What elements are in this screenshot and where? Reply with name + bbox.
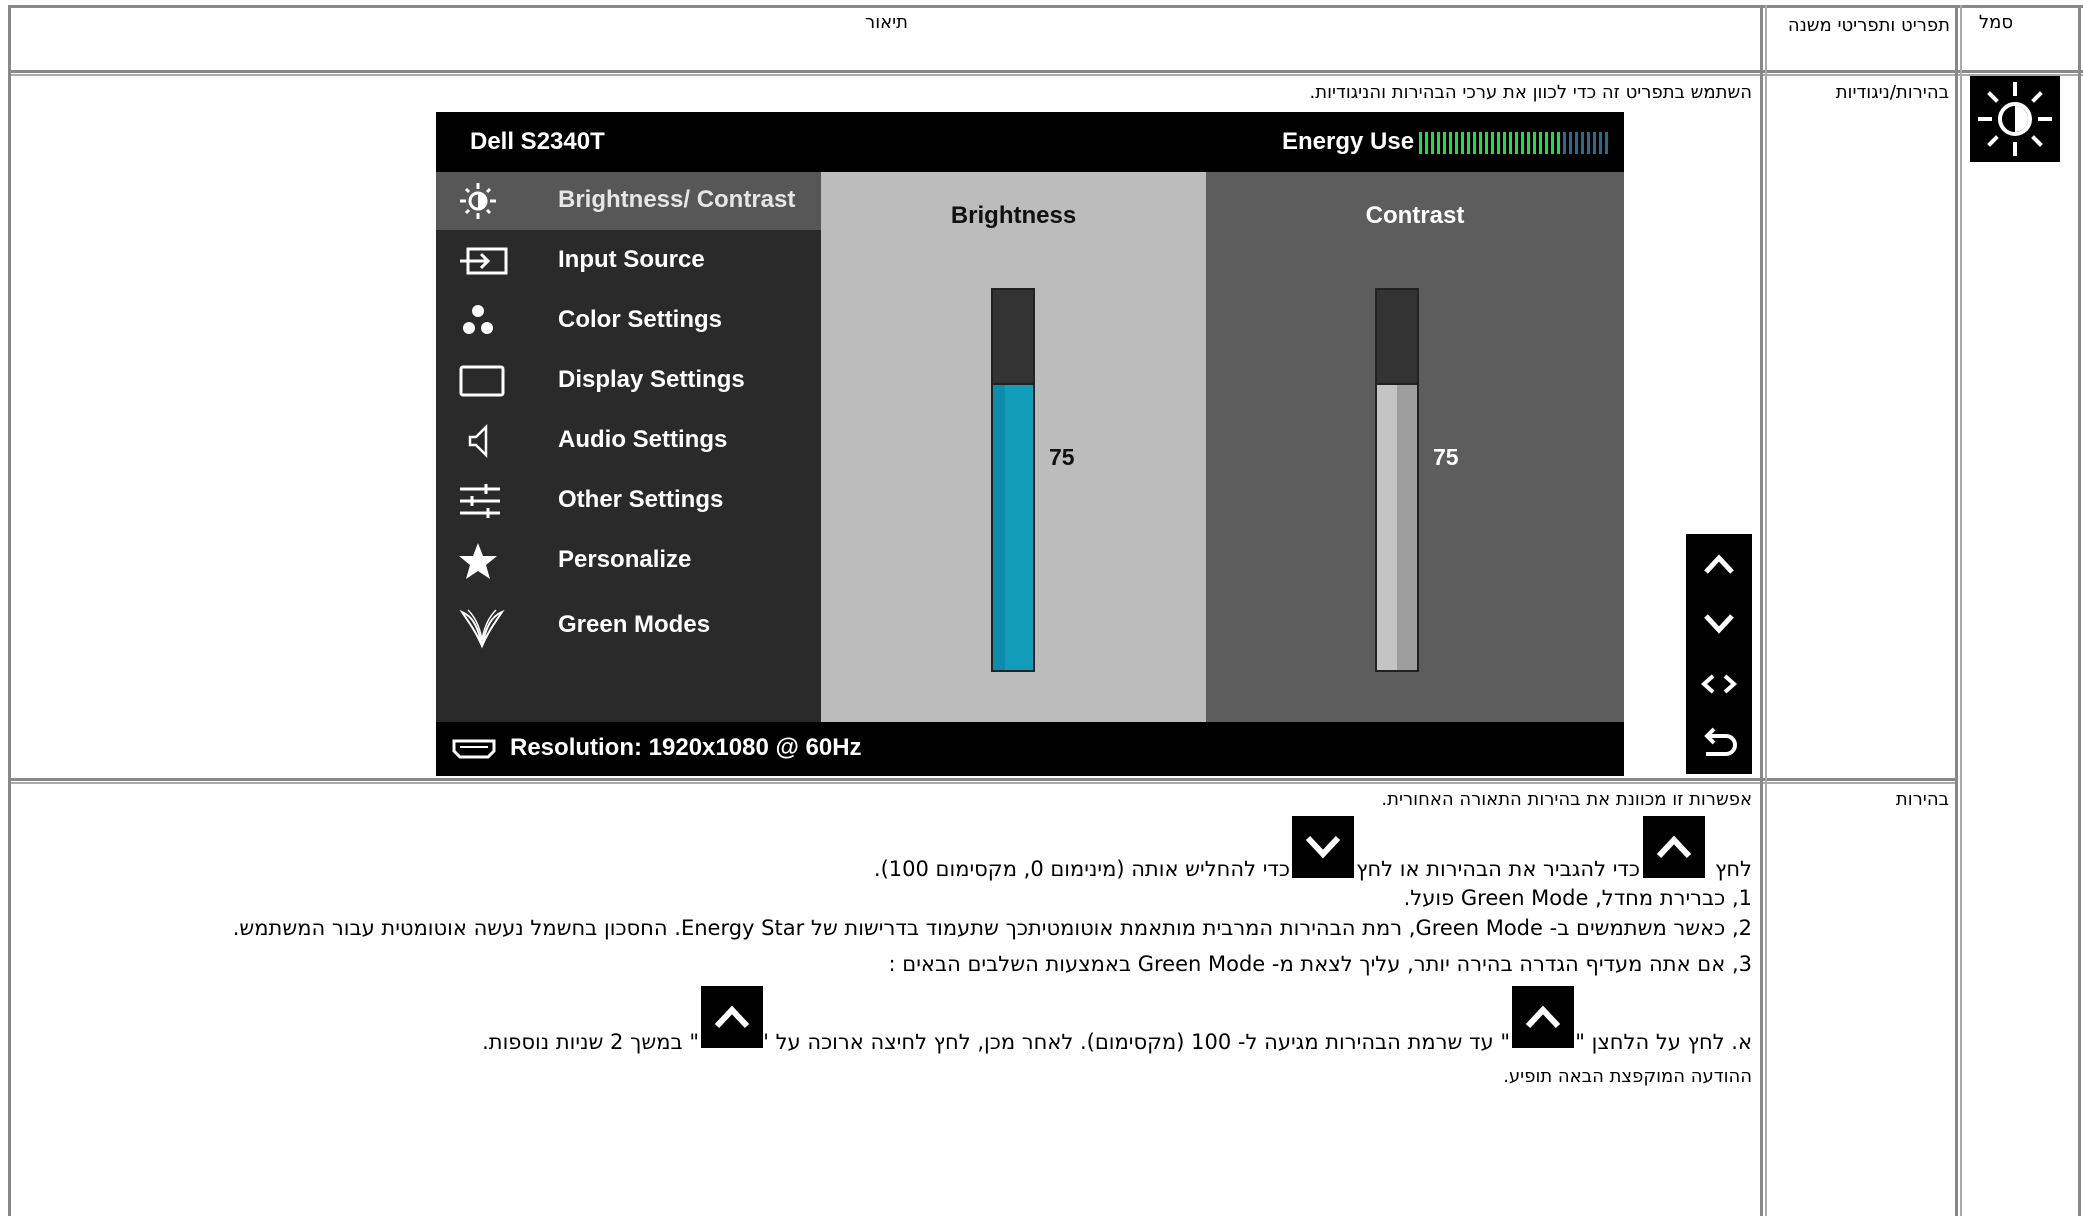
energy-segment (1551, 132, 1554, 154)
energy-segment (1605, 132, 1608, 154)
osd-menu-item-label: Audio Settings (558, 426, 728, 453)
osd-menu-item-label: Other Settings (558, 486, 724, 513)
energy-segment (1509, 132, 1512, 154)
osd-menu: Brightness/ Contrast Input Source Color Se… (436, 172, 821, 722)
energy-segment (1491, 132, 1494, 154)
energy-segment (1521, 132, 1524, 154)
row2-line6-b: " עד שרמת הבהירות מגיעה ל- 100 (מקסימום)… (759, 1030, 1510, 1054)
contrast-value: 75 (1433, 444, 1459, 470)
osd-energy-label: Energy Use (1282, 128, 1415, 155)
row2-line3: 1, כברירת מחדל, Green Mode פועל. (1403, 886, 1752, 910)
brightness-bar (991, 288, 1035, 672)
row2-line2-b: כדי להגביר את הבהירות או לחץ (1356, 857, 1640, 881)
down-button[interactable] (1686, 594, 1752, 654)
osd-menu-item[interactable]: Input Source (436, 232, 821, 290)
energy-segment (1419, 132, 1422, 154)
energy-segment (1563, 132, 1566, 154)
energy-segment (1443, 132, 1446, 154)
row2-line7: ההודעה המוקפצת הבאה תופיע. (1503, 1066, 1752, 1087)
color-settings-icon (458, 301, 498, 341)
row1-menu-name: בהירות/ניגודיות (1835, 82, 1949, 103)
row2-line5: 3, אם אתה מעדיף הגדרה בהירה יותר, עליך ל… (888, 952, 1752, 976)
energy-segment (1569, 132, 1572, 154)
row2-line6-a: א. לחץ על הלחצן " (1575, 1030, 1752, 1054)
up-arrow-icon (1643, 816, 1705, 878)
energy-segment (1485, 132, 1488, 154)
energy-segment (1599, 132, 1602, 154)
osd-menu-item[interactable]: Other Settings (436, 472, 821, 530)
other-settings-icon (458, 481, 500, 521)
star-icon (458, 541, 498, 581)
down-arrow-icon (1292, 816, 1354, 878)
row1-description: השתמש בתפריט זה כדי לכוון את ערכי הבהירו… (1309, 82, 1752, 103)
energy-segment (1557, 132, 1560, 154)
osd-menu-item-label: Personalize (558, 546, 692, 573)
energy-segment (1497, 132, 1500, 154)
energy-segment (1515, 132, 1518, 154)
back-button[interactable] (1686, 714, 1752, 774)
energy-segment (1479, 132, 1482, 154)
hdmi-icon (450, 738, 498, 765)
brightness-panel: Brightness 75 (821, 172, 1206, 722)
resolution-text: Resolution: 1920x1080 @ 60Hz (510, 734, 862, 761)
up-arrow-icon (1512, 986, 1574, 1048)
energy-segment (1449, 132, 1452, 154)
resolution-bar: Resolution: 1920x1080 @ 60Hz (436, 724, 1624, 776)
energy-segment (1473, 132, 1476, 154)
brightness-title: Brightness (950, 202, 1077, 229)
energy-segment (1467, 132, 1470, 154)
energy-segment (1455, 132, 1458, 154)
osd-menu-item[interactable]: Color Settings (436, 292, 821, 350)
row2-line1: אפשרות זו מכוונת את בהירות התאורה האחורי… (1381, 789, 1752, 810)
energy-segment (1425, 132, 1428, 154)
contrast-title: Contrast (1365, 202, 1465, 229)
energy-segment (1587, 132, 1590, 154)
energy-segment (1593, 132, 1596, 154)
osd-menu-item-label: Green Modes (558, 611, 711, 638)
energy-segment (1575, 132, 1578, 154)
energy-segment (1503, 132, 1506, 154)
osd-menu-item[interactable]: Green Modes (436, 597, 821, 655)
osd-screenshot: Dell S2340T Energy Use Brightness/ Contr… (436, 112, 1624, 776)
energy-segment (1431, 132, 1434, 154)
osd-menu-item-label: Display Settings (558, 366, 745, 393)
row2-line2-c: כדי להחליש אותה (מינימום 0, מקסימום 100)… (873, 857, 1290, 881)
left-right-button[interactable] (1686, 654, 1752, 714)
osd-menu-item[interactable]: Display Settings (436, 352, 821, 410)
osd-menu-item[interactable]: Personalize (436, 532, 821, 590)
display-settings-icon (458, 361, 505, 401)
up-button[interactable] (1686, 534, 1752, 594)
input-source-icon (458, 241, 508, 281)
up-arrow-icon (701, 986, 763, 1048)
osd-menu-item[interactable]: Brightness/ Contrast (436, 172, 821, 230)
header-menu: תפריט ותפריטי משנה (1787, 15, 1950, 36)
row2-line2-a: לחץ (1715, 857, 1752, 881)
energy-segment (1539, 132, 1542, 154)
header-icon: סמל (1978, 12, 2013, 33)
green-modes-icon (458, 606, 505, 649)
row2-line4: 2, כאשר משתמשים ב- Green Mode, רמת הבהיר… (232, 916, 1752, 940)
brightness-value: 75 (1049, 444, 1075, 470)
row2-line6-c: " במשך 2 שניות נוספות. (482, 1030, 699, 1054)
audio-icon (458, 421, 498, 461)
energy-segment (1545, 132, 1548, 154)
energy-segment (1527, 132, 1530, 154)
osd-model: Dell S2340T (470, 128, 605, 155)
osd-energy-meter (1419, 132, 1609, 154)
contrast-panel: Contrast 75 (1206, 172, 1624, 722)
osd-menu-item-label: Input Source (558, 246, 705, 273)
energy-segment (1581, 132, 1584, 154)
osd-menu-item-label: Color Settings (558, 306, 723, 333)
energy-segment (1533, 132, 1536, 154)
osd-menu-item-label: Brightness/ Contrast (558, 186, 796, 213)
brightness-icon (458, 181, 498, 221)
energy-segment (1461, 132, 1464, 154)
osd-nav-buttons (1686, 534, 1752, 774)
header-description: תיאור (865, 12, 908, 33)
contrast-bar (1375, 288, 1419, 672)
brightness-sun-icon (1970, 76, 2060, 162)
row2-menu-name: בהירות (1895, 789, 1949, 810)
energy-segment (1437, 132, 1440, 154)
osd-menu-item[interactable]: Audio Settings (436, 412, 821, 470)
